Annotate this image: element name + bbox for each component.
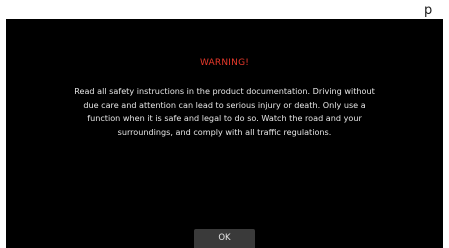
- top-strip: p: [0, 0, 449, 19]
- partial-glyph-icon: p: [424, 3, 433, 18]
- warning-dialog: WARNING! Read all safety instructions in…: [6, 19, 443, 248]
- ok-button[interactable]: OK: [194, 229, 255, 248]
- warning-message: Read all safety instructions in the prod…: [74, 86, 375, 137]
- screen: p WARNING! Read all safety instructions …: [0, 0, 449, 248]
- warning-title: WARNING!: [199, 58, 250, 68]
